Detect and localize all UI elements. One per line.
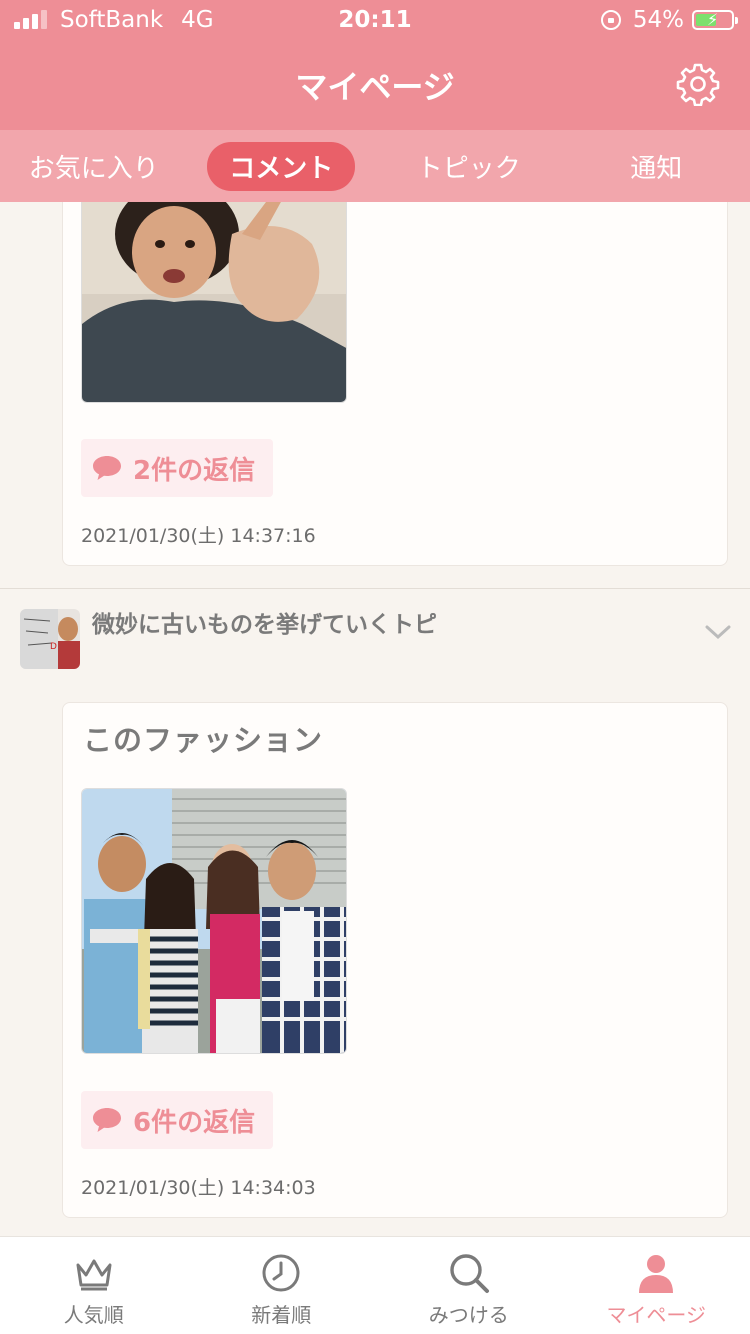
chevron-down-icon[interactable] bbox=[704, 623, 732, 643]
battery-percent: 54% bbox=[632, 7, 684, 33]
nav-label: 人気順 bbox=[63, 1303, 124, 1327]
comment-text: このファッション bbox=[83, 723, 324, 757]
search-icon bbox=[450, 1254, 489, 1293]
topic-thumbnail: D bbox=[20, 609, 80, 669]
app-header: マイページ bbox=[0, 42, 750, 130]
speech-bubble-icon bbox=[93, 1108, 121, 1132]
rotation-lock-icon bbox=[600, 10, 621, 30]
comment-list[interactable]: 2件の返信 2021/01/30(土) 14:37:16 D 微妙に古いものを挙… bbox=[0, 202, 750, 1236]
bottom-nav: 人気順 新着順 みつける マイページ bbox=[0, 1236, 750, 1334]
comment-card: このファッション 6件の返信 2021/01/30(土) 14:34:03 bbox=[62, 702, 728, 1218]
replies-button[interactable]: 6件の返信 bbox=[81, 1091, 274, 1149]
nav-label: マイページ bbox=[606, 1303, 707, 1327]
replies-count: 6件の返信 bbox=[133, 1107, 256, 1138]
tab-label: 通知 bbox=[630, 153, 683, 184]
tab-label: コメント bbox=[207, 141, 356, 191]
tab-label: お気に入り bbox=[28, 153, 159, 184]
nav-newest[interactable]: 新着順 bbox=[188, 1237, 376, 1334]
nav-search[interactable]: みつける bbox=[375, 1237, 563, 1334]
clock-icon bbox=[262, 1254, 300, 1292]
tab-topics[interactable]: トピック bbox=[375, 148, 563, 185]
speech-bubble-icon bbox=[93, 456, 121, 480]
comment-image[interactable] bbox=[81, 202, 347, 403]
nav-label: 新着順 bbox=[251, 1303, 312, 1327]
tab-favorites[interactable]: お気に入り bbox=[0, 148, 188, 185]
replies-count: 2件の返信 bbox=[133, 455, 256, 486]
crown-icon bbox=[76, 1259, 112, 1291]
nav-mypage[interactable]: マイページ bbox=[563, 1237, 750, 1334]
tab-notifications[interactable]: 通知 bbox=[563, 148, 750, 185]
nav-popular[interactable]: 人気順 bbox=[0, 1237, 188, 1334]
comment-date: 2021/01/30(土) 14:34:03 bbox=[81, 1177, 316, 1199]
comment-card: 2件の返信 2021/01/30(土) 14:37:16 bbox=[62, 202, 728, 566]
replies-button[interactable]: 2件の返信 bbox=[81, 439, 274, 497]
page-title: マイページ bbox=[295, 68, 455, 106]
topic-row[interactable]: D 微妙に古いものを挙げていくトピ bbox=[0, 589, 750, 689]
gear-icon[interactable] bbox=[676, 62, 720, 106]
tab-comments[interactable]: コメント bbox=[188, 141, 376, 191]
comment-image[interactable] bbox=[81, 788, 347, 1054]
comment-date: 2021/01/30(土) 14:37:16 bbox=[81, 525, 316, 547]
battery-icon: ⚡ bbox=[692, 10, 738, 30]
topic-title: 微妙に古いものを挙げていくトピ bbox=[92, 612, 437, 638]
tab-bar: お気に入り コメント トピック 通知 bbox=[0, 130, 750, 202]
nav-label: みつける bbox=[428, 1303, 509, 1327]
person-icon bbox=[639, 1255, 674, 1293]
status-bar: SoftBank 4G 20:11 54% ⚡ bbox=[0, 0, 750, 42]
tab-label: トピック bbox=[416, 153, 521, 184]
svg-text:D: D bbox=[50, 642, 57, 652]
